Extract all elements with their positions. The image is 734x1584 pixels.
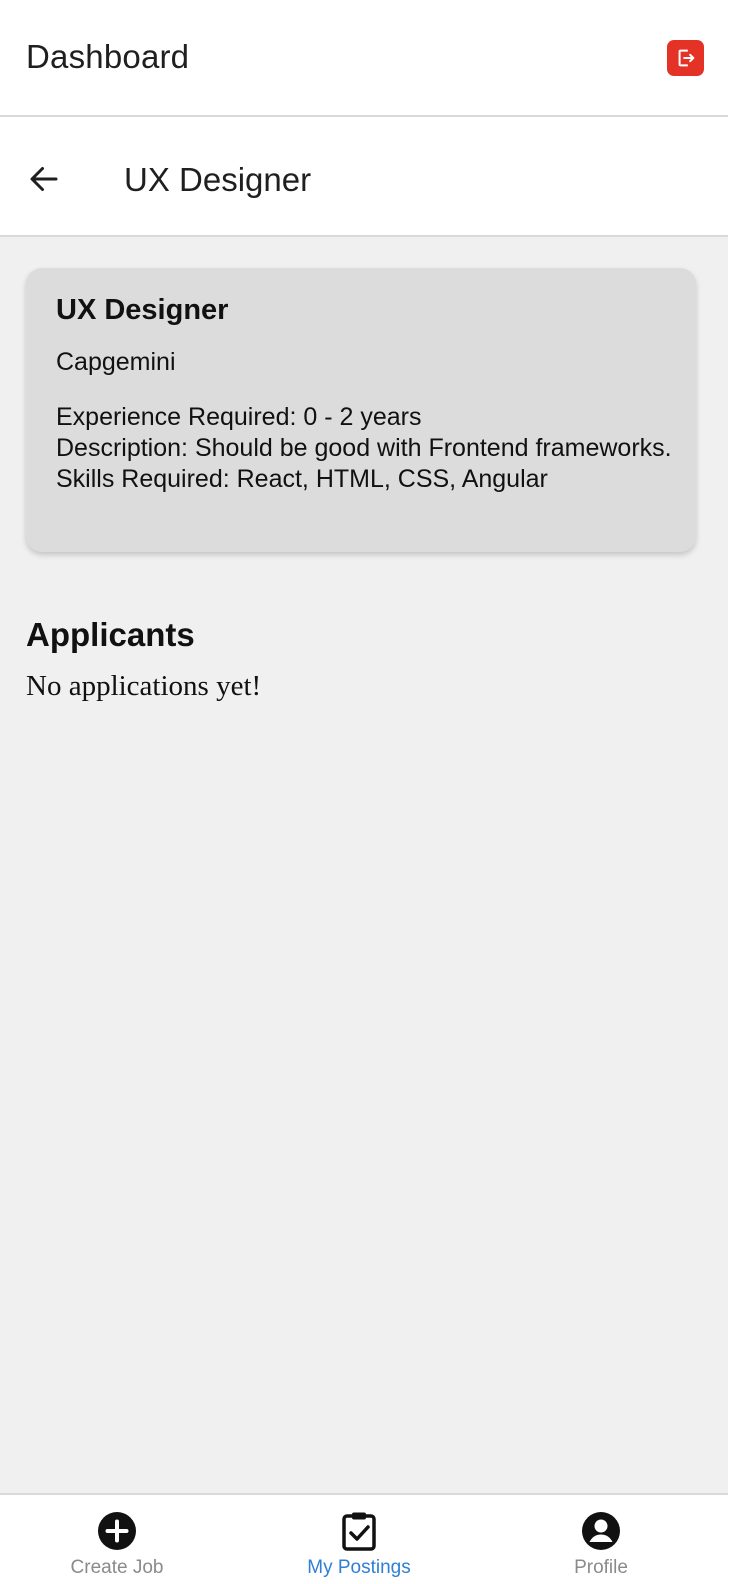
logout-button[interactable]: [667, 40, 704, 76]
applicants-empty-text: No applications yet!: [26, 670, 262, 702]
back-button[interactable]: [22, 157, 66, 201]
job-company: Capgemini: [56, 348, 176, 376]
plus-circle-icon: [97, 1511, 137, 1551]
job-description: Description: Should be good with Fronten…: [56, 434, 672, 462]
top-header: Dashboard: [0, 0, 728, 117]
nav-label-create-job: Create Job: [70, 1557, 164, 1578]
nav-item-profile[interactable]: Profile: [501, 1495, 701, 1584]
job-experience: Experience Required: 0 - 2 years: [56, 403, 422, 431]
arrow-left-icon: [30, 167, 58, 191]
job-card: UX Designer Capgemini Experience Require…: [26, 268, 696, 552]
nav-item-my-postings[interactable]: My Postings: [259, 1495, 459, 1584]
job-detail-title: UX Designer: [124, 161, 312, 198]
screen-edge: [728, 0, 734, 1584]
nav-item-create-job[interactable]: Create Job: [17, 1495, 217, 1584]
nav-label-profile: Profile: [574, 1557, 628, 1578]
page-title: Dashboard: [26, 38, 190, 75]
clipboard-check-icon: [339, 1511, 379, 1551]
app-screen: Dashboard UX Designer UX Designer Capgem…: [0, 0, 728, 1584]
bottom-nav: Create Job My Postings Profile: [0, 1493, 728, 1584]
job-title: UX Designer: [56, 294, 229, 326]
applicants-heading: Applicants: [26, 616, 195, 653]
user-circle-icon: [581, 1511, 621, 1551]
logout-icon: [678, 49, 694, 67]
job-skills: Skills Required: React, HTML, CSS, Angul…: [56, 465, 548, 493]
nav-label-my-postings: My Postings: [307, 1557, 411, 1578]
job-details: Experience Required: 0 - 2 years Descrip…: [56, 402, 676, 495]
job-detail-header: UX Designer: [0, 117, 728, 237]
